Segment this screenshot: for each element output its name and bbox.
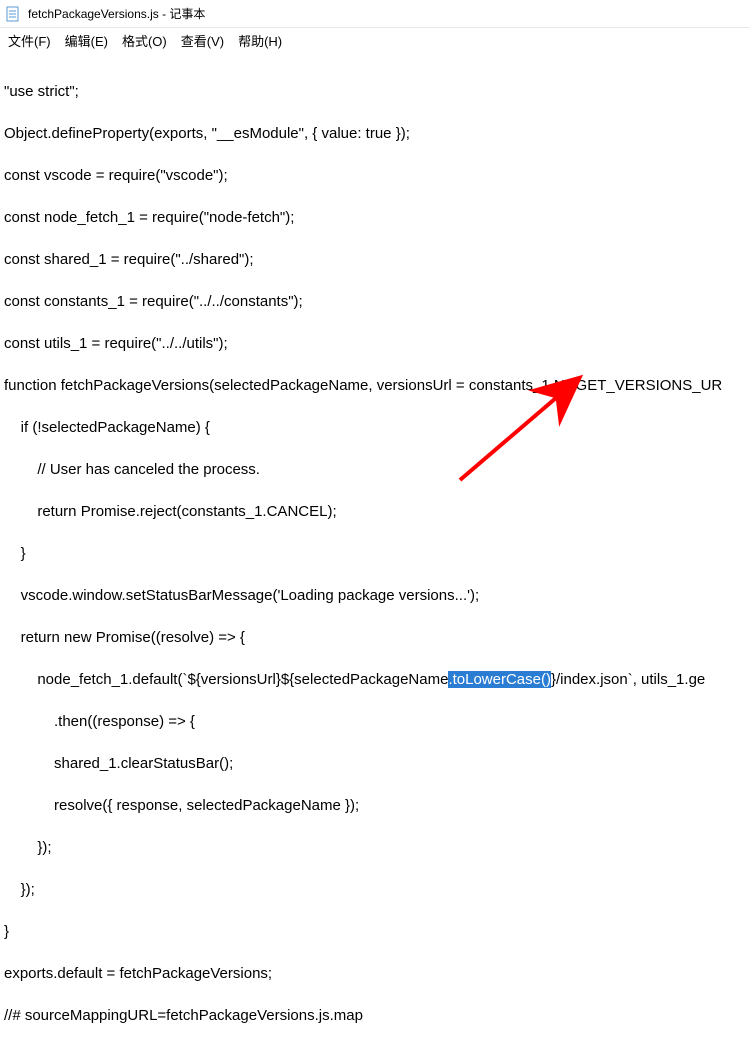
code-line: "use strict"; <box>4 81 746 102</box>
code-line: exports.default = fetchPackageVersions; <box>4 963 746 984</box>
code-line: node_fetch_1.default(`${versionsUrl}${se… <box>4 669 746 690</box>
notepad-icon <box>4 5 22 23</box>
code-line: // User has canceled the process. <box>4 459 746 480</box>
menubar: 文件(F) 编辑(E) 格式(O) 查看(V) 帮助(H) <box>0 28 750 52</box>
window-title: fetchPackageVersions.js - 记事本 <box>28 5 205 22</box>
menu-help[interactable]: 帮助(H) <box>238 31 282 50</box>
menu-view[interactable]: 查看(V) <box>181 31 224 50</box>
text-editor[interactable]: "use strict"; Object.defineProperty(expo… <box>0 52 750 1051</box>
code-line: resolve({ response, selectedPackageName … <box>4 795 746 816</box>
code-line: }); <box>4 879 746 900</box>
code-line: const utils_1 = require("../../utils"); <box>4 333 746 354</box>
code-line: return Promise.reject(constants_1.CANCEL… <box>4 501 746 522</box>
code-line: } <box>4 921 746 942</box>
code-line: return new Promise((resolve) => { <box>4 627 746 648</box>
menu-file[interactable]: 文件(F) <box>8 31 51 50</box>
code-line: const constants_1 = require("../../const… <box>4 291 746 312</box>
code-line: function fetchPackageVersions(selectedPa… <box>4 375 746 396</box>
code-line: shared_1.clearStatusBar(); <box>4 753 746 774</box>
code-line: const node_fetch_1 = require("node-fetch… <box>4 207 746 228</box>
code-line: const vscode = require("vscode"); <box>4 165 746 186</box>
code-line: } <box>4 543 746 564</box>
selection-highlight: .toLowerCase() <box>448 671 551 688</box>
code-text: node_fetch_1.default(`${versionsUrl}${se… <box>4 671 448 688</box>
menu-edit[interactable]: 编辑(E) <box>65 31 108 50</box>
code-text: }/index.json`, utils_1.ge <box>551 671 705 688</box>
code-line: const shared_1 = require("../shared"); <box>4 249 746 270</box>
code-line: //# sourceMappingURL=fetchPackageVersion… <box>4 1005 746 1026</box>
code-line: Object.defineProperty(exports, "__esModu… <box>4 123 746 144</box>
code-line: if (!selectedPackageName) { <box>4 417 746 438</box>
menu-format[interactable]: 格式(O) <box>122 31 167 50</box>
code-line: vscode.window.setStatusBarMessage('Loadi… <box>4 585 746 606</box>
code-line: }); <box>4 837 746 858</box>
code-line: .then((response) => { <box>4 711 746 732</box>
titlebar: fetchPackageVersions.js - 记事本 <box>0 0 750 28</box>
